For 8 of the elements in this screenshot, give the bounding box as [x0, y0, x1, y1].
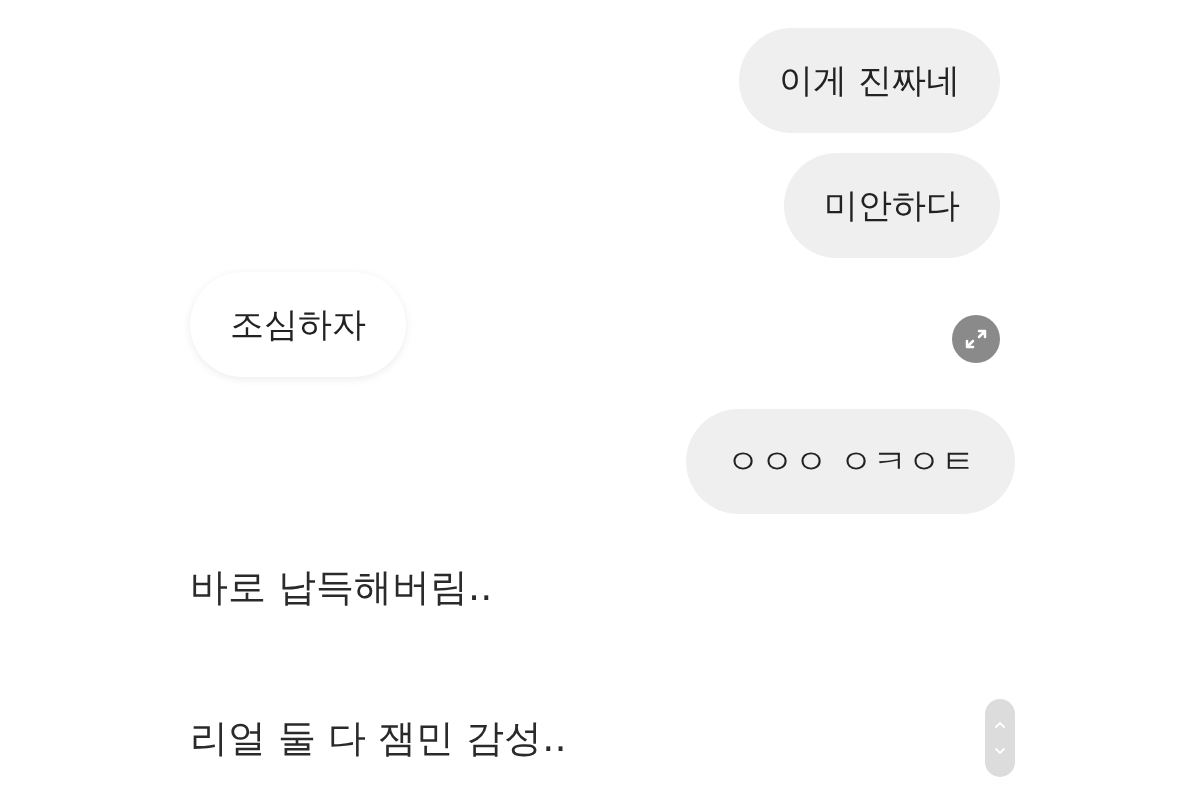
- message-bubble: 이게 진짜네: [739, 28, 1000, 133]
- caption-text: 바로 납득해버림..: [190, 564, 493, 611]
- message-bubble: ㅇㅇㅇ ㅇㅋㅇㅌ: [686, 409, 1015, 514]
- message-bubble: 미안하다: [784, 153, 1000, 258]
- message-bubble: 조심하자: [190, 272, 406, 377]
- caption-text: 리얼 둘 다 잼민 감성..: [190, 714, 567, 762]
- expand-icon[interactable]: [952, 315, 1000, 363]
- scroll-handle[interactable]: [985, 699, 1015, 777]
